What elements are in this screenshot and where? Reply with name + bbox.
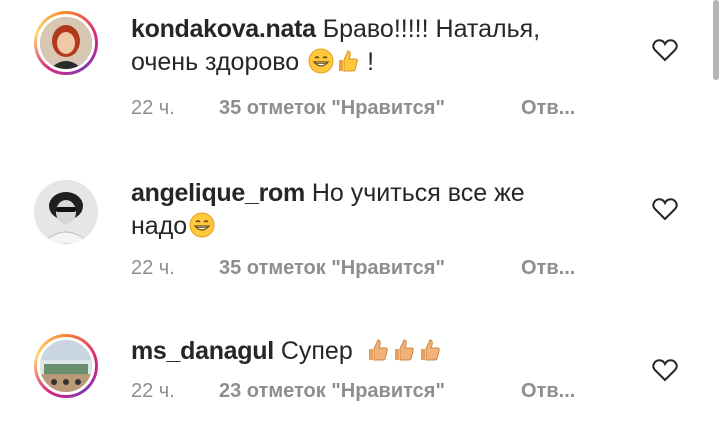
comment-body-line1: Но учиться все же (311, 179, 525, 207)
comment-meta: 22 ч. 35 отметок "Нравится" Отв... (131, 96, 575, 120)
reply-link[interactable]: Отв... (521, 379, 575, 403)
thumbs-up-icon (392, 337, 416, 371)
thumbs-up-icon (366, 337, 390, 371)
comment-username[interactable]: angelique_rom (131, 179, 305, 207)
comment-body-suffix: ! (367, 48, 375, 76)
comment-time: 22 ч. (131, 257, 175, 279)
likes-count-link[interactable]: 23 отметок "Нравится" (219, 379, 521, 403)
reply-link[interactable]: Отв... (521, 96, 575, 120)
comment-time: 22 ч. (131, 380, 175, 402)
heart-outline-icon[interactable] (652, 38, 678, 62)
comment-text: ms_danagul Супер (131, 335, 442, 371)
heart-outline-icon[interactable] (652, 197, 678, 221)
comment-meta: 22 ч. 23 отметок "Нравится" Отв... (131, 379, 575, 403)
comment-body-line1: Браво!!!!! Наталья, (322, 15, 541, 43)
comment-text-line2: очень здорово ! (131, 46, 374, 82)
comment-time: 22 ч. (131, 97, 175, 119)
comment-username[interactable]: ms_danagul (131, 337, 274, 365)
comment-username[interactable]: kondakova.nata (131, 15, 316, 43)
comment-text: angelique_rom Но учиться все же (131, 177, 525, 209)
scrollbar[interactable] (713, 0, 719, 80)
comment-text-line2: надо (131, 210, 215, 246)
heart-outline-icon[interactable] (652, 358, 678, 382)
likes-count-link[interactable]: 35 отметок "Нравится" (219, 96, 521, 120)
avatar[interactable] (34, 334, 98, 398)
grinning-face-icon (308, 48, 334, 82)
comment-body-line1: Супер (280, 337, 353, 365)
comment-body-line2: надо (131, 212, 188, 240)
grinning-face-icon (189, 212, 215, 246)
comment-meta: 22 ч. 35 отметок "Нравится" Отв... (131, 256, 575, 280)
avatar[interactable] (34, 11, 98, 75)
thumbs-up-icon (418, 337, 442, 371)
likes-count-link[interactable]: 35 отметок "Нравится" (219, 256, 521, 280)
comment-text: kondakova.nata Браво!!!!! Наталья, (131, 13, 540, 45)
thumbs-up-icon (336, 48, 360, 82)
reply-link[interactable]: Отв... (521, 256, 575, 280)
avatar[interactable] (34, 180, 98, 244)
comment-body-line2: очень здорово (131, 48, 300, 76)
